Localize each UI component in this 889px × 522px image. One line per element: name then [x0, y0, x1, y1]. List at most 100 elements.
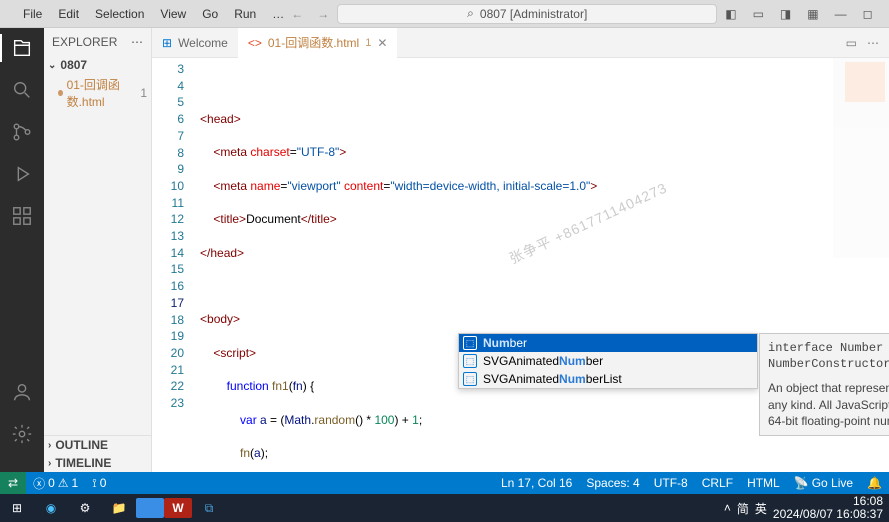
window-close-icon[interactable]: ✕: [881, 1, 889, 27]
error-icon: ⓧ: [33, 475, 45, 492]
folder-section[interactable]: ⌄ 0807: [44, 56, 151, 74]
tray-date: 2024/08/07 16:08:37: [773, 508, 883, 521]
taskbar-explorer-icon[interactable]: 📁: [102, 494, 136, 522]
html-file-icon: <>: [248, 36, 262, 50]
sidebar: EXPLORER ⋯ ⌄ 0807 01-回调函数.html 1 › OUTLIN…: [44, 28, 152, 472]
taskbar-edge-icon[interactable]: ◉: [34, 494, 68, 522]
editor-tabs: ⊞ Welcome <> 01-回调函数.html 1 ✕ ▭ ⋯: [152, 28, 889, 58]
outline-section[interactable]: › OUTLINE: [44, 436, 151, 454]
search-icon: ⌕: [467, 6, 474, 21]
suggest-widget[interactable]: ⬚ Number ⬚ SVGAnimatedNumber ⬚ SVGAnimat…: [458, 333, 758, 389]
tab-more-icon[interactable]: ⋯: [867, 36, 879, 50]
extensions-icon[interactable]: [10, 204, 34, 228]
timeline-section[interactable]: › TIMELINE: [44, 454, 151, 472]
menu-file[interactable]: File: [16, 3, 49, 25]
taskbar-vscode-icon[interactable]: ⧉: [192, 494, 226, 522]
tray-time: 16:08: [773, 495, 883, 508]
taskbar-settings-icon[interactable]: ⚙: [68, 494, 102, 522]
suggest-item[interactable]: ⬚ Number: [459, 334, 757, 352]
broadcast-icon: 📡: [794, 476, 809, 490]
status-spaces[interactable]: Spaces: 4: [579, 472, 646, 494]
status-language[interactable]: HTML: [740, 472, 787, 494]
folder-name: 0807: [60, 58, 87, 72]
symbol-interface-icon: ⬚: [463, 372, 477, 386]
windows-taskbar: ⊞ ◉ ⚙ 📁 W ⧉ ˄ 简 英 16:08 2024/08/07 16:08…: [0, 494, 889, 522]
timeline-label: TIMELINE: [55, 456, 111, 470]
status-lncol[interactable]: Ln 17, Col 16: [494, 472, 579, 494]
search-icon[interactable]: [10, 78, 34, 102]
command-center-title: 0807 [Administrator]: [480, 7, 587, 21]
tray-chevron-icon[interactable]: ˄: [724, 501, 731, 515]
menu-bar: File Edit Selection View Go Run …: [16, 3, 291, 25]
radio-icon: ⟟: [92, 476, 96, 491]
chevron-down-icon: ⌄: [48, 60, 56, 71]
source-control-icon[interactable]: [10, 120, 34, 144]
bell-icon: 🔔: [867, 476, 882, 490]
menu-edit[interactable]: Edit: [51, 3, 86, 25]
titlebar: File Edit Selection View Go Run … ← → ⌕ …: [0, 0, 889, 28]
suggest-item[interactable]: ⬚ SVGAnimatedNumberList: [459, 370, 757, 388]
chevron-right-icon: ›: [48, 440, 51, 451]
status-problems[interactable]: ⓧ0 ⚠1: [26, 472, 85, 494]
tray-ime[interactable]: 简: [737, 500, 749, 517]
explorer-icon[interactable]: [10, 36, 34, 60]
sidebar-more-icon[interactable]: ⋯: [131, 35, 143, 49]
menu-selection[interactable]: Selection: [88, 3, 151, 25]
tab-file-badge: 1: [365, 37, 371, 49]
layout-panel-icon[interactable]: ▭: [745, 1, 772, 27]
settings-gear-icon[interactable]: [10, 422, 34, 446]
status-ports[interactable]: ⟟0: [85, 472, 113, 494]
window-minimize-icon[interactable]: —: [827, 1, 855, 27]
file-item[interactable]: 01-回调函数.html 1: [44, 74, 151, 112]
modified-dot-icon: [58, 90, 63, 96]
tab-welcome[interactable]: ⊞ Welcome: [152, 28, 238, 58]
menu-run[interactable]: Run: [227, 3, 263, 25]
debug-icon[interactable]: [10, 162, 34, 186]
file-name: 01-回调函数.html: [67, 76, 137, 110]
layout-secondary-icon[interactable]: ◨: [772, 1, 799, 27]
nav-back-icon[interactable]: ←: [291, 7, 303, 21]
vscode-icon: ⊞: [162, 36, 172, 50]
tray-ime2[interactable]: 英: [755, 500, 767, 517]
doc-signature: interface Number var Number: NumberConst…: [768, 340, 889, 372]
tab-close-icon[interactable]: ✕: [377, 36, 387, 50]
run-icon[interactable]: ▭: [846, 36, 857, 50]
layout-primary-icon[interactable]: ◧: [717, 1, 744, 27]
menu-go[interactable]: Go: [195, 3, 225, 25]
command-center[interactable]: ⌕ 0807 [Administrator]: [337, 4, 717, 24]
status-eol[interactable]: CRLF: [695, 472, 740, 494]
sidebar-title: EXPLORER: [52, 35, 117, 49]
nav-arrows: ← →: [291, 7, 329, 21]
tab-welcome-label: Welcome: [178, 36, 228, 50]
status-notifications[interactable]: 🔔: [860, 472, 889, 494]
suggest-docs: ✕ interface Number var Number: NumberCon…: [759, 333, 889, 436]
warning-icon: ⚠: [58, 476, 69, 490]
remote-icon: ⇄: [8, 476, 18, 490]
status-golive[interactable]: 📡Go Live: [787, 472, 860, 494]
outline-label: OUTLINE: [55, 438, 108, 452]
layout-customize-icon[interactable]: ▦: [799, 1, 826, 27]
chevron-right-icon: ›: [48, 458, 51, 469]
nav-forward-icon[interactable]: →: [317, 7, 329, 21]
tab-file-label: 01-回调函数.html: [268, 34, 359, 51]
editor-area: ⊞ Welcome <> 01-回调函数.html 1 ✕ ▭ ⋯ 345678…: [152, 28, 889, 472]
taskbar-app2-icon[interactable]: W: [164, 498, 192, 518]
doc-description: An object that represents a number of an…: [768, 380, 889, 429]
symbol-interface-icon: ⬚: [463, 336, 477, 350]
status-bar: ⇄ ⓧ0 ⚠1 ⟟0 Ln 17, Col 16 Spaces: 4 UTF-8…: [0, 472, 889, 494]
account-icon[interactable]: [10, 380, 34, 404]
tab-file[interactable]: <> 01-回调函数.html 1 ✕: [238, 28, 398, 58]
minimap[interactable]: [833, 58, 889, 258]
line-gutter: 34567891011121314151617181920212223: [152, 58, 200, 472]
menu-view[interactable]: View: [153, 3, 193, 25]
file-badge: 1: [140, 86, 147, 100]
menu-more[interactable]: …: [265, 3, 291, 25]
activity-bar: [0, 28, 44, 472]
remote-indicator[interactable]: ⇄: [0, 472, 26, 494]
window-maximize-icon[interactable]: ◻: [855, 1, 881, 27]
suggest-item[interactable]: ⬚ SVGAnimatedNumber: [459, 352, 757, 370]
start-button[interactable]: ⊞: [0, 494, 34, 522]
system-tray[interactable]: ˄ 简 英 16:08 2024/08/07 16:08:37: [724, 495, 889, 520]
taskbar-app1-icon[interactable]: [136, 498, 164, 518]
status-encoding[interactable]: UTF-8: [647, 472, 695, 494]
